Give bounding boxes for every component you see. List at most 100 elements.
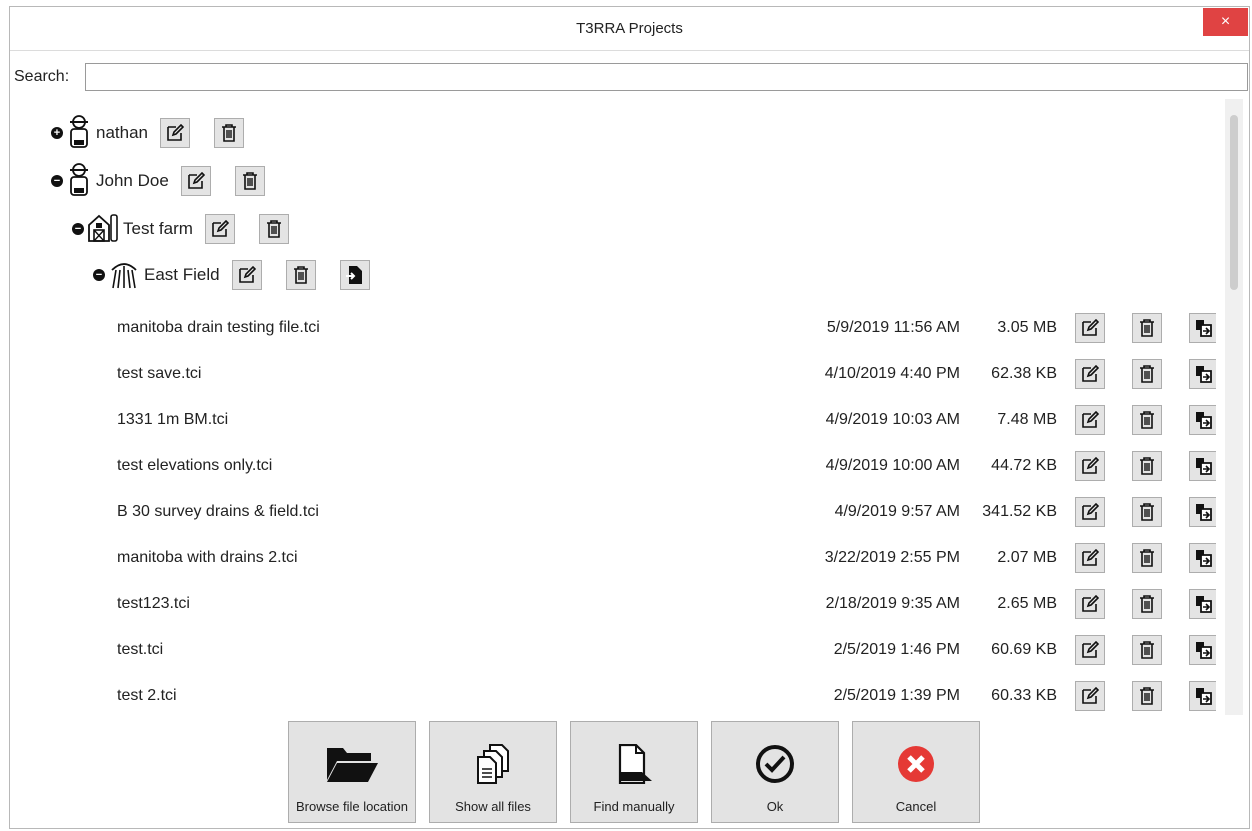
edit-icon (1082, 457, 1099, 474)
edit-button[interactable] (1075, 313, 1105, 343)
file-row[interactable]: test 2.tci 2/5/2019 1:39 PM 60.33 KB (117, 676, 1216, 716)
file-row[interactable]: manitoba with drains 2.tci 3/22/2019 2:5… (117, 538, 1216, 578)
edit-button[interactable] (1075, 681, 1105, 711)
move-file-icon (1196, 504, 1212, 521)
search-row: Search: (10, 60, 1249, 94)
close-button[interactable]: × (1203, 8, 1248, 36)
file-name: test123.tci (117, 595, 190, 612)
file-actions (1075, 313, 1216, 343)
move-button[interactable] (1189, 405, 1216, 435)
title-bar: T3RRA Projects × (10, 7, 1249, 51)
move-button[interactable] (1189, 313, 1216, 343)
edit-button[interactable] (231, 260, 262, 290)
edit-icon (1082, 365, 1099, 382)
cancel-x-circle-icon (896, 744, 936, 787)
move-button[interactable] (1189, 681, 1216, 711)
file-row[interactable]: manitoba drain testing file.tci 5/9/2019… (117, 308, 1216, 348)
edit-button[interactable] (1075, 451, 1105, 481)
scrollbar-thumb[interactable] (1230, 115, 1238, 290)
collapse-minus-icon[interactable]: − (93, 269, 105, 281)
file-date: 2/5/2019 1:39 PM (833, 687, 960, 704)
edit-button[interactable] (180, 166, 211, 196)
move-button[interactable] (1189, 451, 1216, 481)
button-label: Cancel (895, 799, 937, 814)
copy-files-icon (476, 744, 510, 787)
checkmark-circle-icon (755, 744, 795, 787)
node-label: Test farm (123, 219, 193, 238)
edit-icon (187, 172, 205, 189)
delete-button[interactable] (234, 166, 265, 196)
delete-button[interactable] (258, 214, 289, 244)
delete-button[interactable] (1132, 681, 1162, 711)
window-title: T3RRA Projects (576, 20, 683, 37)
edit-icon (1082, 641, 1099, 658)
file-actions (1075, 589, 1216, 619)
edit-button[interactable] (204, 214, 235, 244)
file-row[interactable]: B 30 survey drains & field.tci 4/9/2019 … (117, 492, 1216, 532)
file-size: 7.48 MB (997, 411, 1057, 428)
collapse-minus-icon[interactable]: − (72, 223, 84, 235)
move-button[interactable] (1189, 497, 1216, 527)
file-actions (1075, 405, 1216, 435)
collapse-minus-icon[interactable]: − (51, 175, 63, 187)
ok-button[interactable]: Ok (711, 721, 839, 823)
file-row[interactable]: test save.tci 4/10/2019 4:40 PM 62.38 KB (117, 354, 1216, 394)
move-button[interactable] (1189, 589, 1216, 619)
import-button[interactable] (339, 260, 370, 290)
file-row[interactable]: test123.tci 2/18/2019 9:35 AM 2.65 MB (117, 584, 1216, 624)
file-date: 3/22/2019 2:55 PM (824, 549, 960, 566)
delete-button[interactable] (1132, 313, 1162, 343)
delete-button[interactable] (1132, 543, 1162, 573)
delete-button[interactable] (1132, 451, 1162, 481)
edit-button[interactable] (1075, 359, 1105, 389)
search-input[interactable] (85, 63, 1248, 91)
edit-button[interactable] (1075, 497, 1105, 527)
expand-plus-icon[interactable]: + (51, 127, 63, 139)
find-file-icon (614, 743, 654, 787)
file-actions (1075, 543, 1216, 573)
file-row[interactable]: test elevations only.tci 4/9/2019 10:00 … (117, 446, 1216, 486)
file-size: 2.07 MB (997, 549, 1057, 566)
delete-button[interactable] (285, 260, 316, 290)
move-button[interactable] (1189, 543, 1216, 573)
file-row[interactable]: test.tci 2/5/2019 1:46 PM 60.69 KB (117, 630, 1216, 670)
show-all-files-button[interactable]: Show all files (429, 721, 557, 823)
file-size: 60.33 KB (991, 687, 1057, 704)
cancel-button[interactable]: Cancel (852, 721, 980, 823)
file-name: test 2.tci (117, 687, 177, 704)
delete-button[interactable] (1132, 359, 1162, 389)
delete-button[interactable] (1132, 405, 1162, 435)
file-date: 4/9/2019 9:57 AM (834, 503, 960, 520)
node-label: East Field (144, 265, 220, 284)
file-size: 2.65 MB (997, 595, 1057, 612)
move-file-icon (1196, 320, 1212, 337)
file-date: 2/18/2019 9:35 AM (825, 595, 960, 612)
move-file-icon (1196, 688, 1212, 705)
move-file-icon (1196, 642, 1212, 659)
edit-icon (238, 266, 256, 283)
file-size: 341.52 KB (982, 503, 1057, 520)
close-icon: × (1220, 13, 1231, 30)
edit-button[interactable] (1075, 543, 1105, 573)
file-row[interactable]: 1331 1m BM.tci 4/9/2019 10:03 AM 7.48 MB (117, 400, 1216, 440)
delete-button[interactable] (1132, 589, 1162, 619)
vertical-scrollbar[interactable] (1225, 99, 1243, 715)
barn-icon (87, 211, 119, 248)
delete-button[interactable] (1132, 497, 1162, 527)
edit-button[interactable] (1075, 405, 1105, 435)
tree-node-john-doe: − John Doe (51, 161, 289, 201)
file-actions (1075, 359, 1216, 389)
edit-icon (1082, 687, 1099, 704)
delete-button[interactable] (214, 118, 244, 148)
edit-icon (1082, 595, 1099, 612)
edit-button[interactable] (160, 118, 190, 148)
file-name: test.tci (117, 641, 164, 658)
edit-button[interactable] (1075, 635, 1105, 665)
move-button[interactable] (1189, 359, 1216, 389)
edit-button[interactable] (1075, 589, 1105, 619)
delete-button[interactable] (1132, 635, 1162, 665)
browse-file-location-button[interactable]: Browse file location (288, 721, 416, 823)
move-button[interactable] (1189, 635, 1216, 665)
find-manually-button[interactable]: Find manually (570, 721, 698, 823)
file-name: test save.tci (117, 365, 202, 382)
